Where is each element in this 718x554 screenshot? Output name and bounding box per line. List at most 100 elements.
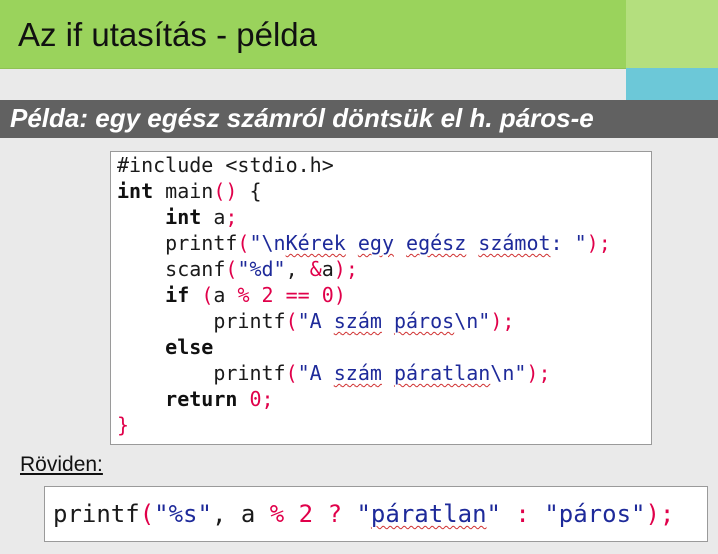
variable-a: a	[213, 283, 238, 307]
spellcheck-word: egy	[357, 231, 394, 255]
code-line-7: printf("A szám páros\n");	[117, 308, 514, 334]
code-line-2: int main() {	[117, 178, 262, 204]
ternary-colon: :	[500, 500, 545, 528]
open-paren: (	[285, 361, 298, 385]
argument-a: , a	[211, 500, 270, 528]
close-brace: }	[117, 413, 130, 437]
open-paren: (	[237, 231, 250, 255]
close-paren: )	[333, 283, 346, 307]
spellcheck-word: szám	[333, 309, 382, 333]
modulo-operator: %	[237, 283, 250, 307]
code-line-5: scanf("%d", &a);	[117, 256, 358, 282]
title-accent-block	[626, 0, 718, 68]
accent-strip	[626, 68, 718, 100]
keyword-return: return	[165, 387, 238, 411]
code-line-10: return 0;	[117, 386, 274, 412]
string-literal: "	[356, 500, 371, 528]
number-literal: 0	[321, 283, 334, 307]
string-literal: : "	[550, 231, 587, 255]
open-brace: {	[237, 179, 262, 203]
number-literal: 0	[249, 387, 262, 411]
string-literal	[382, 309, 394, 333]
open-paren: (	[225, 257, 238, 281]
string-literal	[346, 231, 358, 255]
number-literal: 2	[261, 283, 274, 307]
semicolon: ;	[225, 205, 238, 229]
keyword-int: int	[117, 179, 154, 203]
code-line-4: printf("\nKérek egy egész számot: ");	[117, 230, 611, 256]
keyword-int: int	[165, 205, 202, 229]
printf-call: printf	[53, 500, 140, 528]
format-string: "%d"	[237, 257, 286, 281]
code-line-1: #include <stdio.h>	[117, 152, 334, 178]
spellcheck-word: páros	[393, 309, 455, 333]
printf-call: printf	[165, 231, 238, 255]
keyword-else: else	[165, 335, 214, 359]
string-literal: \n"	[454, 309, 491, 333]
code-block: #include <stdio.h> int main() { int a; p…	[110, 151, 652, 445]
string-literal: \n"	[490, 361, 527, 385]
close-paren: );	[526, 361, 551, 385]
close-paren: );	[490, 309, 515, 333]
printf-call: printf	[213, 361, 286, 385]
string-literal	[394, 231, 406, 255]
address-operator: &	[309, 257, 322, 281]
spellcheck-word: szám	[333, 361, 382, 385]
function-name-main: main	[153, 179, 214, 203]
short-code-line: printf("%s", a % 2 ? "páratlan" : "páros…	[53, 499, 674, 529]
string-literal	[466, 231, 478, 255]
open-paren: (	[139, 500, 155, 528]
keyword-if: if	[165, 283, 190, 307]
format-string: "%s"	[154, 500, 212, 528]
code-line-6: if (a % 2 == 0)	[117, 282, 346, 308]
string-literal: "\n	[249, 231, 286, 255]
close-paren: );	[586, 231, 611, 255]
short-label: Röviden:	[20, 453, 103, 476]
spellcheck-word: számot	[478, 231, 551, 255]
subtitle-bar: Példa: egy egész számról döntsük el h. p…	[0, 100, 718, 138]
open-paren: (	[201, 283, 214, 307]
string-literal: "A	[297, 309, 334, 333]
open-paren: (	[285, 309, 298, 333]
comma: ,	[285, 257, 310, 281]
code-line-8: else	[117, 334, 213, 360]
spellcheck-word: páratlan	[370, 500, 487, 528]
spellcheck-word: Kérek	[285, 231, 346, 255]
close-paren: );	[333, 257, 358, 281]
main-parens: ()	[213, 179, 238, 203]
include-directive: #include <stdio.h>	[117, 153, 334, 177]
code-line-3: int a;	[117, 204, 237, 230]
scanf-call: scanf	[165, 257, 226, 281]
short-code-block: printf("%s", a % 2 ? "páratlan" : "páros…	[44, 486, 708, 542]
number-literal: 2	[298, 500, 314, 528]
string-literal: "A	[297, 361, 334, 385]
code-line-9: printf("A szám páratlan\n");	[117, 360, 551, 386]
ternary-question: ?	[327, 500, 343, 528]
variable-a: a	[201, 205, 226, 229]
slide-subtitle: Példa: egy egész számról döntsük el h. p…	[10, 103, 594, 133]
printf-call: printf	[213, 309, 286, 333]
string-literal	[382, 361, 394, 385]
variable-a: a	[321, 257, 334, 281]
spellcheck-word: páratlan	[393, 361, 491, 385]
spellcheck-word: egész	[406, 231, 467, 255]
equality-operator: ==	[285, 283, 310, 307]
string-literal: "páros"	[544, 500, 646, 528]
modulo-operator: %	[269, 500, 285, 528]
semicolon: ;	[261, 387, 274, 411]
